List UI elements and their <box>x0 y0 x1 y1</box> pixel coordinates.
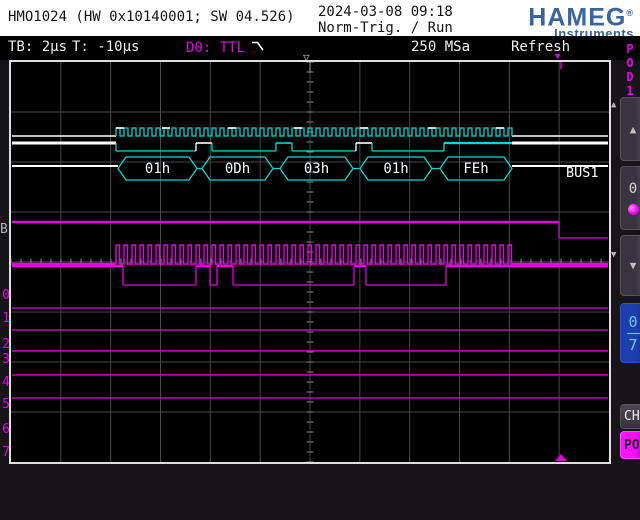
falling-edge-icon <box>251 39 264 52</box>
registered-mark-icon: ® <box>626 8 634 18</box>
radio-selected-icon <box>628 204 639 215</box>
pod1-menu-title: POD1 <box>624 42 636 98</box>
trigger-status: Norm-Trig. / Run <box>318 20 453 36</box>
down-arrow-icon: ▼ <box>630 259 637 272</box>
up-arrow-icon: ▲ <box>630 123 637 136</box>
waveform-canvas: 01h 0Dh 03h 01h FEh BUS1 <box>11 62 609 462</box>
sample-rate-readout: 250 MSa <box>411 39 470 55</box>
range-numerator: 0 <box>628 313 637 331</box>
svg-text:01h: 01h <box>383 161 408 177</box>
channel-range-button[interactable]: 0 7 <box>620 303 640 363</box>
range-denominator: 7 <box>628 336 637 354</box>
header-bar: HMO1024 (HW 0x10140001; SW 04.526) 2024-… <box>0 0 640 36</box>
svg-text:0Dh: 0Dh <box>225 161 250 177</box>
selected-channel-value: 0 <box>629 181 637 197</box>
display-area: ▽ ▼ ▲ ▼ 01234567 B1 01h0Dh03h01hFEhBUS1 … <box>0 60 640 520</box>
oscilloscope-screen: HMO1024 (HW 0x10140001; SW 04.526) 2024-… <box>0 0 640 520</box>
graticule: 01h 0Dh 03h 01h FEh BUS1 <box>9 60 611 464</box>
timebase-readout[interactable]: TB: 2µs <box>8 39 67 55</box>
fraction-divider <box>627 333 640 334</box>
selected-channel-button[interactable]: 0 <box>620 166 640 230</box>
svg-text:BUS1: BUS1 <box>566 165 599 181</box>
trigger-time-readout[interactable]: T: -10µs <box>72 39 139 55</box>
brand-name: HAMEG® <box>452 1 634 29</box>
status-bar: TB: 2µs T: -10µs D0: TTL 250 MSa Refresh <box>0 36 640 60</box>
pod-scroll-down-icon[interactable]: ▼ <box>611 251 616 260</box>
svg-text:03h: 03h <box>304 161 329 177</box>
acquisition-mode-readout[interactable]: Refresh <box>511 39 570 55</box>
device-model: HMO1024 (HW 0x10140001; SW 04.526) <box>8 9 295 25</box>
trigger-source-readout[interactable]: D0: TTL <box>186 39 264 56</box>
pod-mode-button[interactable]: PO <box>620 431 640 459</box>
datetime: 2024-03-08 09:18 <box>318 4 453 20</box>
channel-up-button[interactable]: ▲ <box>620 97 640 161</box>
svg-text:01h: 01h <box>145 161 170 177</box>
channel-down-button[interactable]: ▼ <box>620 235 640 296</box>
pod-scroll-up-icon[interactable]: ▲ <box>611 101 616 110</box>
ch-mode-button[interactable]: CH <box>620 404 640 429</box>
svg-text:FEh: FEh <box>463 161 488 177</box>
